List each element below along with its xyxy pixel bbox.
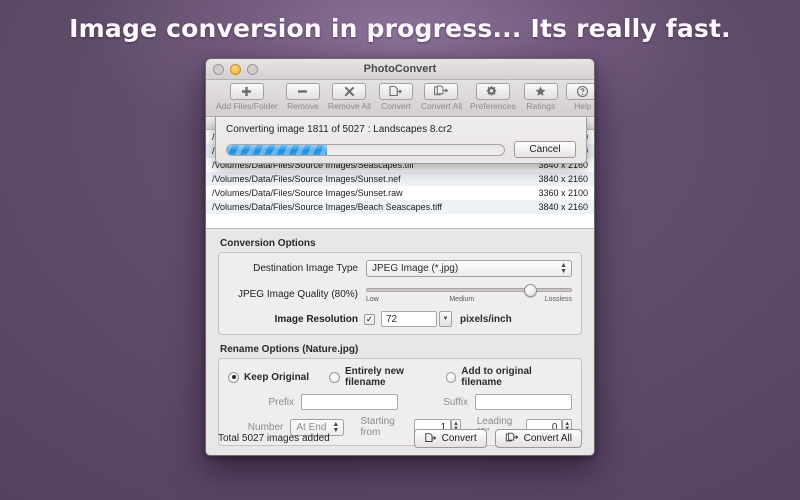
toolbar-remove[interactable]: Remove <box>282 82 324 111</box>
title-bar[interactable]: PhotoConvert <box>206 59 594 80</box>
toolbar-group-settings: Preferences Ratings Help <box>466 82 594 111</box>
toolbar-remove-label: Remove <box>287 101 319 111</box>
radio-entirely-new-filename[interactable] <box>329 371 341 383</box>
prefix-suffix-row: Prefix Suffix <box>228 394 572 410</box>
page-arrow-icon <box>424 433 436 442</box>
destination-type-label: Destination Image Type <box>253 263 358 274</box>
destination-type-select[interactable]: JPEG Image (*.jpg) ▲ ▼ <box>366 260 572 277</box>
slider-tick-low: Low <box>366 296 379 303</box>
toolbar-remove-all[interactable]: Remove All <box>324 82 375 111</box>
toolbar-preferences-label: Preferences <box>470 101 516 111</box>
toolbar-remove-all-label: Remove All <box>327 101 371 111</box>
file-list[interactable]: /Volumes/Data/Files/Source Images/Landsc… <box>206 117 594 229</box>
toolbar-help-label: Help <box>574 101 592 111</box>
rename-mode-add-to-original[interactable]: Add to original filename <box>445 366 572 388</box>
footer: Total 5027 images added Convert Convert … <box>206 421 594 455</box>
page-arrow-icon <box>378 83 413 100</box>
conversion-options-section: Conversion Options Destination Image Typ… <box>206 229 594 335</box>
rename-mode-add-to-original-label: Add to original filename <box>461 366 532 388</box>
resolution-value: 72 <box>386 313 398 325</box>
table-row[interactable]: /Volumes/Data/Files/Source Images/Sunset… <box>206 172 594 186</box>
prefix-label: Prefix <box>268 396 294 408</box>
toolbar-add-files[interactable]: Add Files/Folder <box>212 82 282 111</box>
slider-tick-lossless: Lossless <box>544 296 572 303</box>
convert-all-button[interactable]: Convert All <box>494 428 582 448</box>
total-images-label: Total 5027 images added <box>218 432 330 444</box>
minus-icon <box>285 83 320 100</box>
file-path: /Volumes/Data/Files/Source Images/Beach … <box>212 202 442 212</box>
rename-mode-keep-original[interactable]: Keep Original <box>228 371 329 383</box>
toolbar-group-convert: Convert Convert All <box>375 82 466 111</box>
table-row[interactable]: /Volumes/Data/Files/Source Images/Beach … <box>206 200 594 214</box>
rename-mode-keep-original-label: Keep Original <box>244 371 310 383</box>
toolbar-convert-label: Convert <box>381 101 411 111</box>
file-dimensions: 3840 x 2160 <box>538 174 588 184</box>
convert-all-button-label: Convert All <box>523 432 572 444</box>
progress-bar <box>226 143 505 156</box>
table-row[interactable]: /Volumes/Data/Files/Source Images/Sunset… <box>206 186 594 200</box>
toolbar-preferences[interactable]: Preferences <box>466 82 520 111</box>
toolbar-group-files: Add Files/Folder Remove Remove All <box>212 82 375 111</box>
resolution-unit: pixels/inch <box>460 313 512 325</box>
x-icon <box>332 83 367 100</box>
file-path: /Volumes/Data/Files/Source Images/Sunset… <box>212 188 403 198</box>
resolution-checkbox[interactable]: ✓ <box>364 313 375 325</box>
tagline: Image conversion in progress... Its real… <box>69 14 731 43</box>
cancel-button[interactable]: Cancel <box>514 141 576 158</box>
resolution-dropdown-button[interactable]: ▼ <box>439 311 452 327</box>
progress-bar-fill <box>227 144 327 155</box>
destination-type-value: JPEG Image (*.jpg) <box>372 263 459 274</box>
progress-message: Converting image 1811 of 5027 : Landscap… <box>226 124 453 135</box>
toolbar-convert-all[interactable]: Convert All <box>417 82 466 111</box>
resolution-label: Image Resolution <box>274 313 358 325</box>
file-dimensions: 3840 x 2160 <box>538 202 588 212</box>
slider-track <box>366 288 572 292</box>
slider-ticks: Low Medium Lossless <box>366 296 572 303</box>
rename-mode-entirely-new[interactable]: Entirely new filename <box>329 366 445 388</box>
star-icon <box>523 83 558 100</box>
file-dimensions: 3360 x 2100 <box>538 188 588 198</box>
quality-row: JPEG Image Quality (80%) Low Medium Loss… <box>228 283 572 305</box>
toolbar-ratings-label: Ratings <box>526 101 556 111</box>
resolution-row: Image Resolution ✓ 72 ▼ pixels/inch <box>228 311 572 327</box>
destination-type-row: Destination Image Type JPEG Image (*.jpg… <box>228 260 572 277</box>
quality-slider[interactable]: Low Medium Lossless <box>366 283 572 305</box>
pages-arrow-icon <box>424 83 459 100</box>
prefix-input[interactable] <box>301 394 398 410</box>
convert-button-label: Convert <box>441 432 477 444</box>
photoconvert-window: PhotoConvert Add Files/Folder Remove Rem… <box>205 58 595 456</box>
progress-sheet: Converting image 1811 of 5027 : Landscap… <box>215 117 587 164</box>
chevron-updown-icon: ▲ ▼ <box>560 262 567 275</box>
convert-button[interactable]: Convert <box>413 428 487 448</box>
pages-arrow-icon <box>505 432 518 442</box>
toolbar-convert-all-label: Convert All <box>420 101 462 111</box>
plus-icon <box>229 83 264 100</box>
conversion-options-title: Conversion Options <box>220 238 316 249</box>
radio-keep-original[interactable] <box>228 371 239 383</box>
conversion-options-box: Destination Image Type JPEG Image (*.jpg… <box>218 252 582 335</box>
toolbar-ratings[interactable]: Ratings <box>520 82 562 111</box>
toolbar-help[interactable]: Help <box>562 82 594 111</box>
suffix-label: Suffix <box>443 396 468 408</box>
file-path: /Volumes/Data/Files/Source Images/Sunset… <box>212 174 401 184</box>
footer-buttons: Convert Convert All <box>413 428 582 448</box>
toolbar: Add Files/Folder Remove Remove All Conve… <box>206 80 594 117</box>
rename-options-title: Rename Options (Nature.jpg) <box>220 344 359 355</box>
rename-mode-entirely-new-label: Entirely new filename <box>345 366 404 388</box>
gear-icon <box>475 83 510 100</box>
window-title: PhotoConvert <box>363 63 437 75</box>
slider-tick-medium: Medium <box>449 296 475 303</box>
toolbar-add-files-label: Add Files/Folder <box>216 101 278 111</box>
resolution-input[interactable]: 72 <box>381 311 437 327</box>
toolbar-convert[interactable]: Convert <box>375 82 417 111</box>
suffix-input[interactable] <box>475 394 572 410</box>
question-circle-icon <box>565 83 594 100</box>
rename-mode-row: Keep Original Entirely new filename Add … <box>228 366 572 388</box>
radio-add-to-original-filename[interactable] <box>445 371 457 383</box>
quality-label: JPEG Image Quality (80%) <box>237 288 358 300</box>
